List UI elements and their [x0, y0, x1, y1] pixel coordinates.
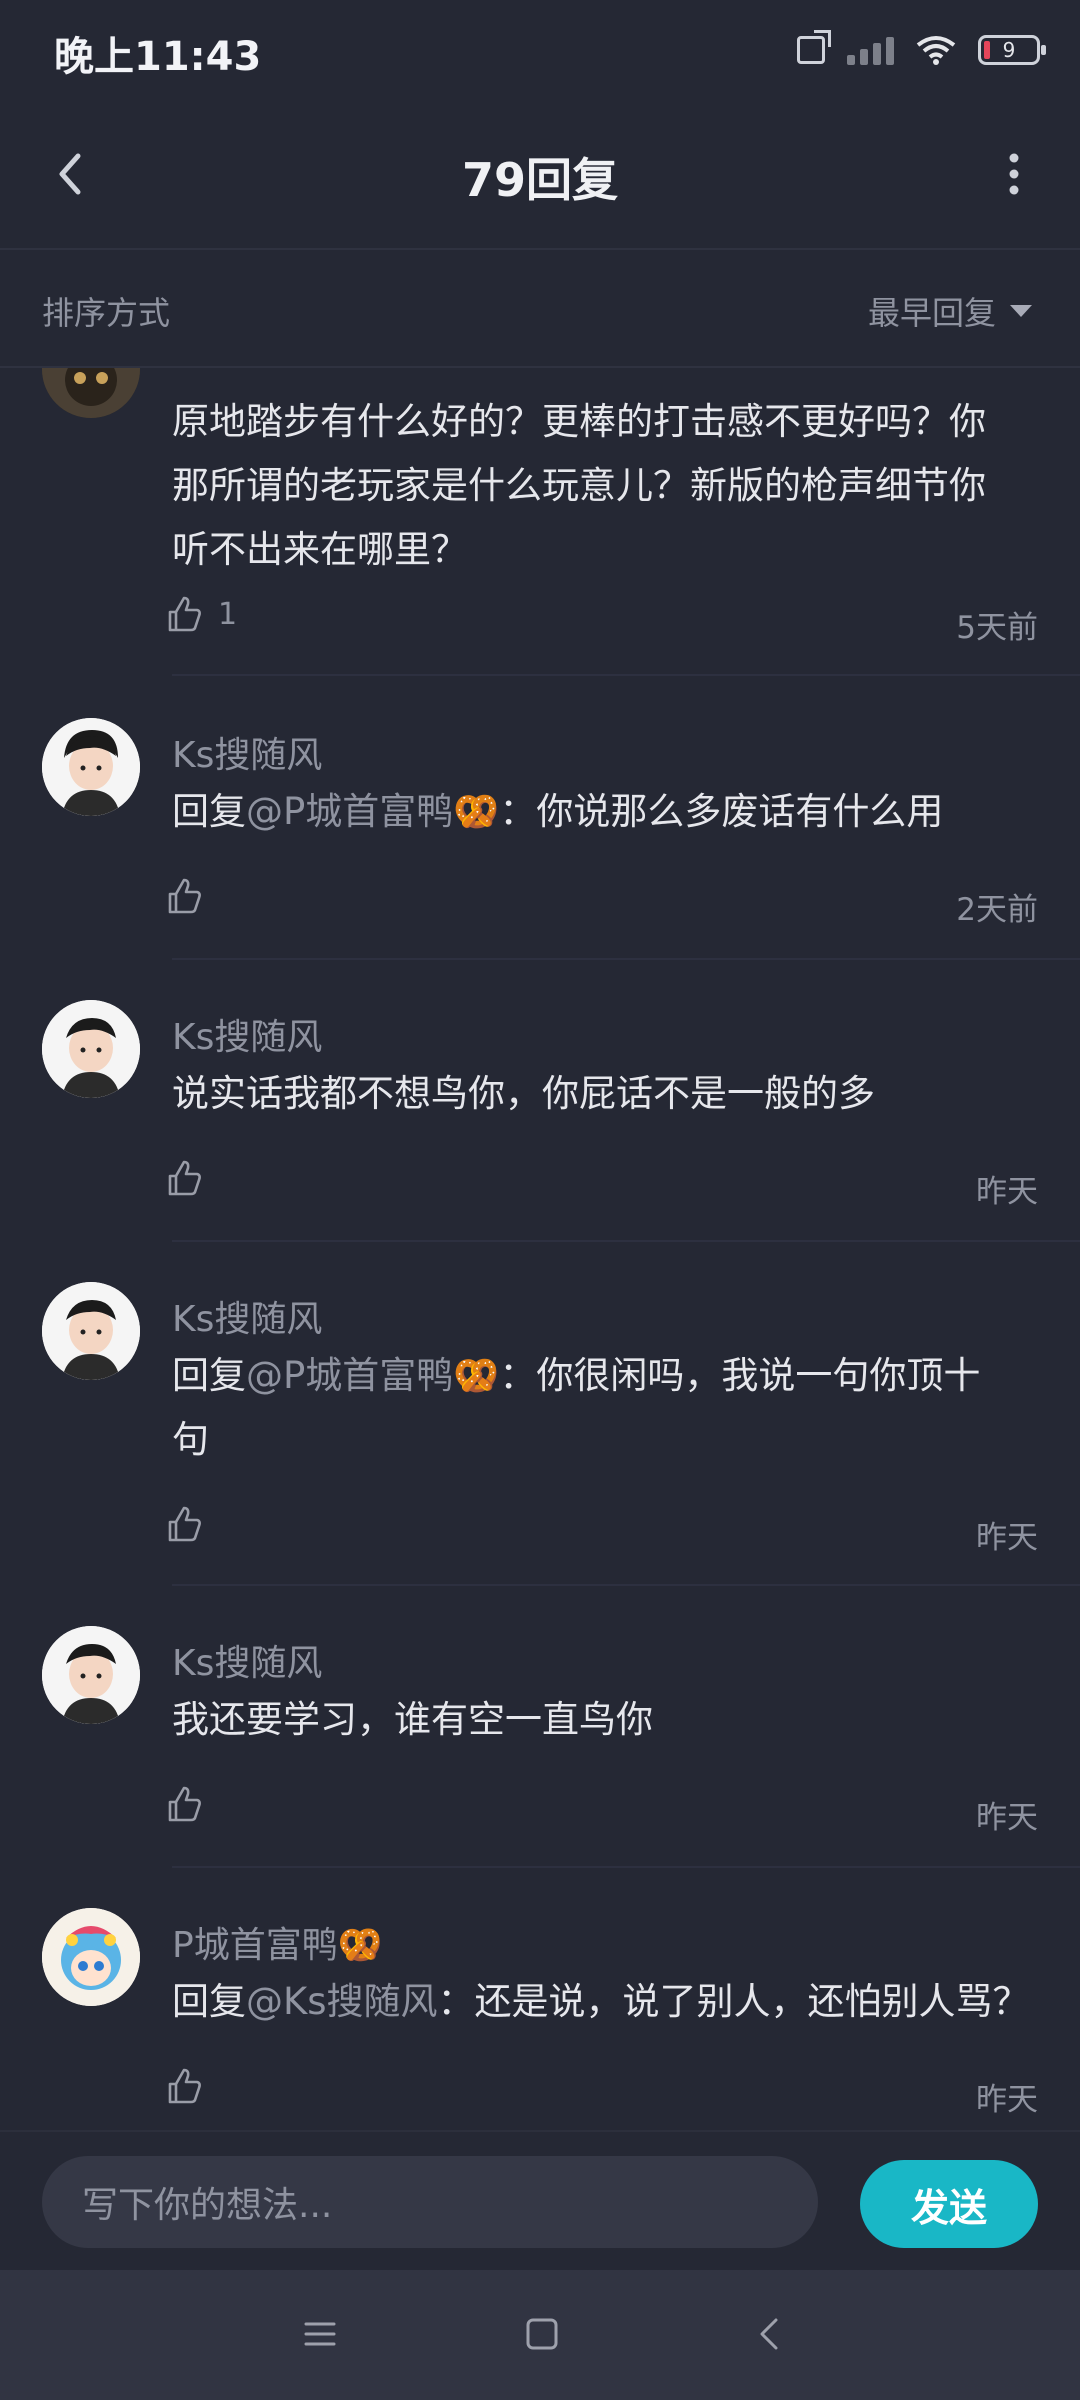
- system-nav-bar: [0, 2270, 1080, 2400]
- more-button[interactable]: [984, 144, 1044, 204]
- like-count: 1: [218, 596, 238, 632]
- thumbs-up-icon: [168, 1506, 201, 1542]
- mention-link[interactable]: @P城首富鸭🥨: [246, 1354, 499, 1397]
- comment-text: 原地踏步有什么好的？更棒的打击感不更好吗？你那所谓的老玩家是什么玩意儿？新版的枪…: [172, 400, 986, 571]
- thumbs-up-icon: [168, 1160, 201, 1196]
- wifi-icon: [916, 36, 956, 65]
- avatar[interactable]: [42, 1908, 140, 2006]
- nav-menu-button[interactable]: [290, 2304, 350, 2364]
- like-button[interactable]: [164, 1158, 204, 1198]
- page-title: 79回复: [461, 153, 618, 207]
- avatar-image: [42, 718, 140, 816]
- battery-level: 9: [1002, 38, 1016, 62]
- avatar[interactable]: [42, 1000, 140, 1098]
- like-button[interactable]: 1: [164, 594, 237, 634]
- comment-composer: 写下你的想法... 发送: [0, 2130, 1080, 2272]
- thumbs-up-icon: [168, 596, 201, 632]
- signal-icon: [847, 35, 894, 65]
- avatar[interactable]: [42, 368, 140, 418]
- mention-link[interactable]: @P城首富鸭🥨: [246, 790, 499, 833]
- thumbs-up-icon: [168, 878, 201, 914]
- avatar[interactable]: [42, 1282, 140, 1380]
- more-vertical-icon: [1009, 153, 1019, 195]
- divider: [172, 958, 1080, 960]
- status-icons: 9: [797, 28, 1046, 72]
- nav-home-button[interactable]: [512, 2304, 572, 2364]
- sort-label: 排序方式: [42, 294, 171, 332]
- square-icon: [526, 2318, 558, 2350]
- like-button[interactable]: [164, 876, 204, 916]
- avatar[interactable]: [42, 1626, 140, 1724]
- comment-text: 回复@Ks搜随风：还是说，说了别人，还怕别人骂？: [172, 1980, 1030, 2023]
- comment-time: 5天前: [956, 610, 1038, 646]
- divider: [172, 1866, 1080, 1868]
- top-app-bar: 79回复: [0, 100, 1080, 250]
- like-button[interactable]: [164, 1504, 204, 1544]
- sort-bar: 排序方式 最早回复: [0, 250, 1080, 368]
- sort-dropdown[interactable]: 最早回复: [868, 288, 1032, 334]
- battery-icon: 9: [978, 35, 1046, 65]
- comment-author[interactable]: Ks搜随风: [172, 726, 322, 778]
- comment-text: 回复@P城首富鸭🥨：你很闲吗，我说一句你顶十句: [172, 1354, 981, 1461]
- reply-list[interactable]: 原地踏步有什么好的？更棒的打击感不更好吗？你那所谓的老玩家是什么玩意儿？新版的枪…: [0, 368, 1080, 2130]
- status-bar: 晚上11:43 9: [0, 0, 1080, 100]
- dual-sim-icon: [797, 30, 831, 64]
- like-button[interactable]: [164, 1784, 204, 1824]
- avatar-image: [42, 1000, 140, 1098]
- comment-author[interactable]: Ks搜随风: [172, 1290, 322, 1342]
- mention-link[interactable]: @Ks搜随风: [246, 1980, 438, 2023]
- dropdown-arrow-icon: [1010, 305, 1032, 317]
- comment-time: 昨天: [976, 2082, 1038, 2118]
- nav-back-button[interactable]: [740, 2304, 800, 2364]
- thumbs-up-icon: [168, 2068, 201, 2104]
- back-icon: [760, 2318, 778, 2350]
- avatar[interactable]: [42, 718, 140, 816]
- menu-icon: [304, 2322, 336, 2346]
- comment-input[interactable]: 写下你的想法...: [42, 2156, 818, 2248]
- comment-input-placeholder: 写下你的想法...: [82, 2185, 333, 2226]
- comment-author[interactable]: Ks搜随风: [172, 1634, 322, 1686]
- comment-text: 说实话我都不想鸟你，你屁话不是一般的多: [172, 1072, 875, 1115]
- comment-author[interactable]: Ks搜随风: [172, 1008, 322, 1060]
- avatar-image: [42, 1908, 140, 2006]
- comment-time: 昨天: [976, 1174, 1038, 1210]
- avatar-image: [42, 368, 140, 418]
- comment-time: 2天前: [956, 892, 1038, 928]
- send-button[interactable]: 发送: [860, 2160, 1038, 2248]
- avatar-image: [42, 1626, 140, 1724]
- comment-author[interactable]: P城首富鸭🥨: [172, 1916, 383, 1968]
- sort-value: 最早回复: [867, 294, 996, 332]
- thumbs-up-icon: [168, 1786, 201, 1822]
- divider: [172, 674, 1080, 676]
- comment-text: 回复@P城首富鸭🥨：你说那么多废话有什么用: [172, 790, 944, 833]
- like-button[interactable]: [164, 2066, 204, 2106]
- comment-time: 昨天: [976, 1520, 1038, 1556]
- comment-time: 昨天: [976, 1800, 1038, 1836]
- avatar-image: [42, 1282, 140, 1380]
- divider: [172, 1584, 1080, 1586]
- divider: [172, 1240, 1080, 1242]
- comment-text: 我还要学习，谁有空一直鸟你: [172, 1698, 653, 1741]
